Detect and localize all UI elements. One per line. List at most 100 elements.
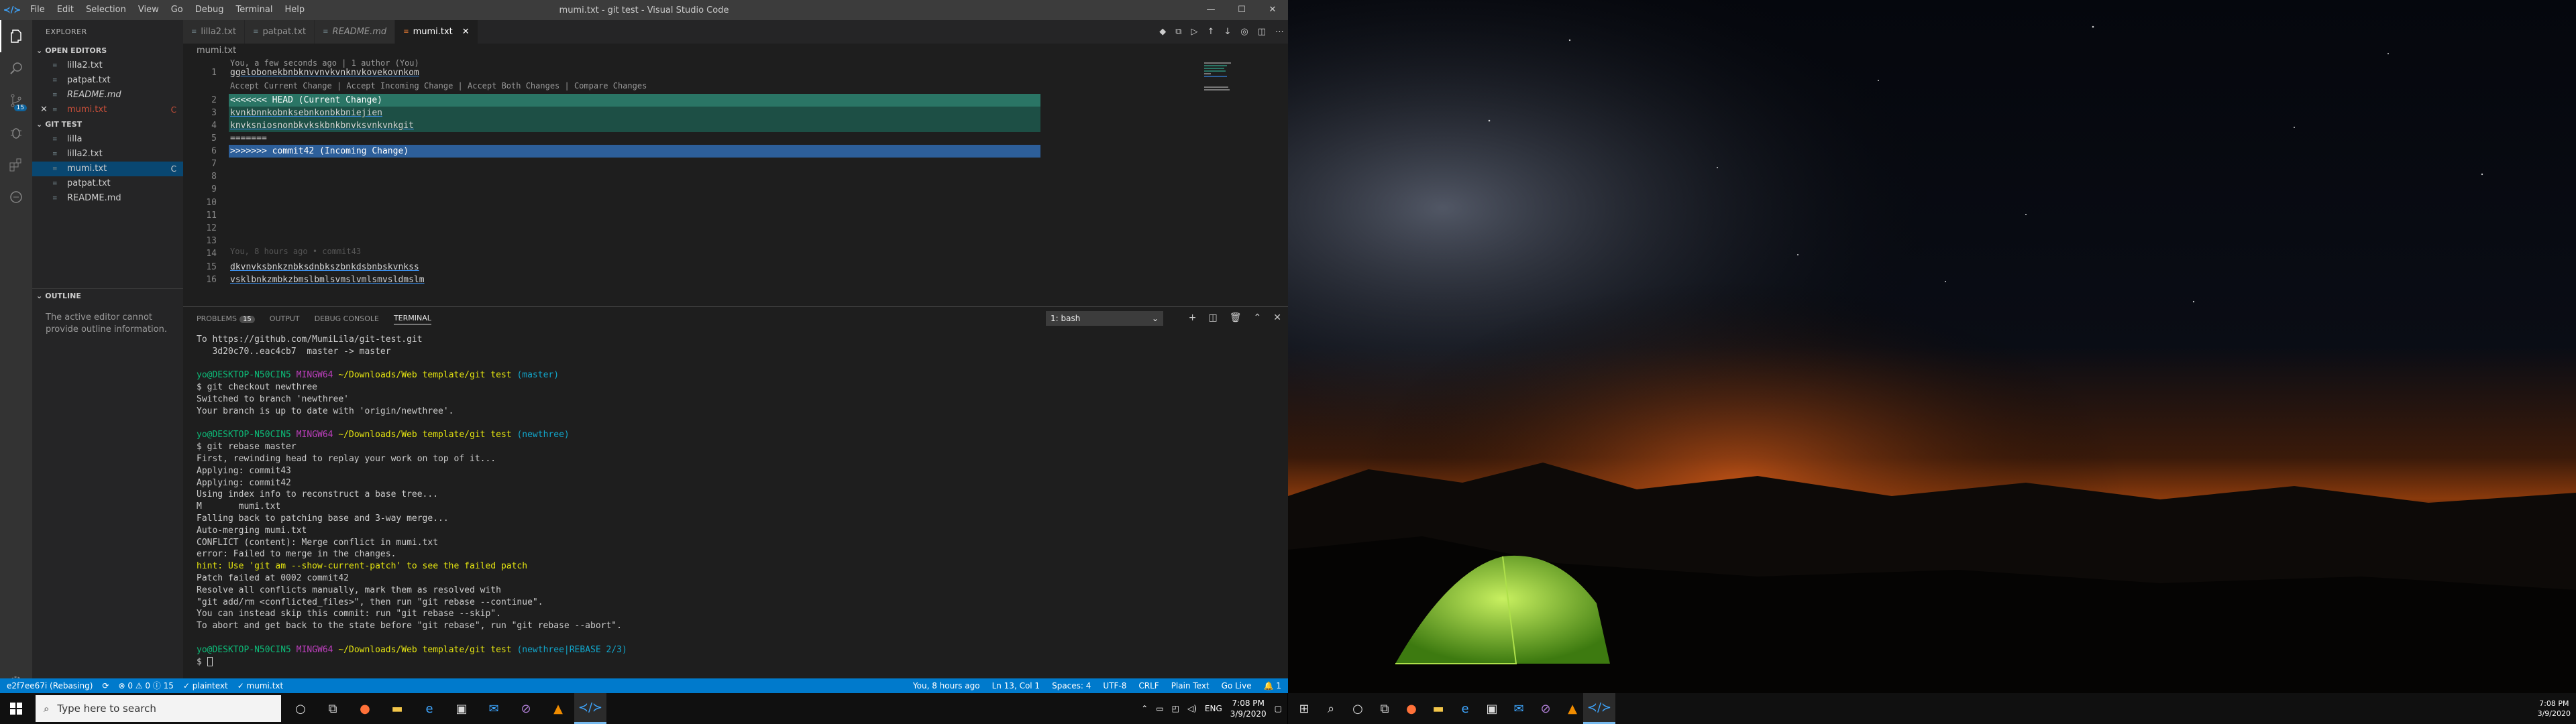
status-right-item[interactable]: CRLF (1138, 678, 1159, 693)
vscode-icon[interactable]: ≺/≻ (1583, 693, 1615, 724)
language-indicator[interactable]: ENG (1205, 704, 1222, 713)
code-line[interactable]: kvnkbnnkobnksebnkonbkbniejien (230, 107, 382, 119)
code-line[interactable]: vsklbnkzmbkzbmslbmlsvmslvmlsmvsldmslm (230, 274, 425, 286)
terminal-select[interactable]: 1: bash ⌄ (1046, 311, 1163, 326)
open-editor-item[interactable]: ≡ README.md (32, 88, 183, 103)
editor-tab[interactable]: ≡ patpat.txt (245, 20, 315, 44)
file-tree-item[interactable]: ≡ README.md (32, 191, 183, 206)
status-right-item[interactable]: Ln 13, Col 1 (992, 678, 1040, 693)
new-terminal-icon[interactable]: + (1189, 312, 1197, 323)
code-line[interactable]: dkvnvksbnkznbksdnbkszbnkdsbnbskvnkss (230, 261, 419, 274)
folder-header[interactable]: ⌄ GIT TEST (32, 117, 183, 132)
cortana-icon[interactable]: ○ (284, 693, 317, 724)
menu-edit[interactable]: Edit (51, 0, 80, 20)
close-button[interactable]: ✕ (1257, 0, 1288, 20)
terminal-output[interactable]: To https://github.com/MumiLila/git-test.… (197, 334, 627, 668)
open-editors-header[interactable]: ⌄ OPEN EDITORS (32, 44, 183, 58)
vs-icon[interactable]: ⊘ (510, 693, 542, 724)
breadcrumb[interactable]: mumi.txt (183, 44, 1288, 58)
tab-debug-console[interactable]: DEBUG CONSOLE (315, 314, 379, 323)
close-panel-icon[interactable]: ✕ (1273, 312, 1281, 323)
status-left-item[interactable]: e2f7ee67i (Rebasing) (7, 678, 93, 693)
open-editor-item[interactable]: ≡ lilla2.txt (32, 58, 183, 73)
status-right-item[interactable]: Plain Text (1171, 678, 1210, 693)
status-right-item[interactable]: 🔔 1 (1264, 678, 1281, 693)
menu-file[interactable]: File (24, 0, 51, 20)
status-right-item[interactable]: You, 8 hours ago (913, 678, 980, 693)
close-icon[interactable]: ✕ (40, 103, 48, 117)
previous-conflict-icon[interactable]: ↑ (1208, 27, 1215, 37)
blame-icon[interactable]: ◎ (1240, 27, 1248, 37)
status-right-item[interactable]: UTF-8 (1103, 678, 1126, 693)
menu-debug[interactable]: Debug (189, 0, 230, 20)
minimize-button[interactable]: — (1195, 0, 1226, 20)
split-editor-icon[interactable]: ◫ (1258, 27, 1266, 37)
open-changes-icon[interactable]: ⧉ (1175, 27, 1181, 37)
status-left-item[interactable]: ✓ mumi.txt (237, 678, 284, 693)
file-explorer-icon[interactable]: ▬ (381, 693, 413, 724)
kill-terminal-icon[interactable]: 🗑 (1230, 312, 1242, 323)
menu-help[interactable]: Help (278, 0, 311, 20)
code-line[interactable]: >>>>>>> commit42 (Incoming Change) (230, 145, 409, 158)
menu-selection[interactable]: Selection (80, 0, 132, 20)
network-icon[interactable]: ◰ (1172, 704, 1179, 713)
debug-icon[interactable] (0, 117, 32, 149)
mail-icon[interactable]: ✉ (478, 693, 510, 724)
task-view-icon[interactable]: ⧉ (317, 693, 349, 724)
close-tab-icon[interactable]: ✕ (462, 27, 470, 37)
chevron-up-icon[interactable]: ⌃ (1141, 704, 1148, 713)
next-conflict-icon[interactable]: ↓ (1224, 27, 1231, 37)
file-tree-item[interactable]: ≡ mumi.txt C (32, 162, 183, 176)
vlc-icon[interactable]: ▲ (542, 693, 574, 724)
menu-view[interactable]: View (132, 0, 165, 20)
vscode-icon[interactable]: ≺/≻ (574, 693, 606, 724)
file-tree-item[interactable]: ≡ lilla2.txt (32, 147, 183, 162)
edge-icon[interactable]: e (413, 693, 445, 724)
split-terminal-icon[interactable]: ◫ (1209, 312, 1218, 323)
taskbar-search-box[interactable]: ⌕ Type here to search (36, 695, 281, 722)
status-left-item[interactable]: ⟳ (102, 678, 109, 693)
store-icon[interactable]: ▣ (445, 693, 478, 724)
code-editor[interactable]: You, a few seconds ago | 1 author (You) … (183, 58, 1270, 306)
menu-go[interactable]: Go (165, 0, 189, 20)
notification-icon[interactable]: ▢ (1275, 704, 1282, 713)
maximize-panel-icon[interactable]: ⌃ (1254, 312, 1262, 323)
battery-icon[interactable]: ▭ (1156, 704, 1163, 713)
tab-problems[interactable]: PROBLEMS 15 (197, 314, 255, 323)
code-line[interactable]: ggelobonekbnbknvvnvkvnknvkovekovnkom (230, 66, 419, 79)
maximize-button[interactable]: ☐ (1226, 0, 1257, 20)
explorer-icon[interactable] (0, 20, 32, 52)
code-line[interactable]: ======= (230, 132, 267, 145)
outline-header[interactable]: ⌄ OUTLINE (32, 289, 183, 304)
clock[interactable]: 7:08 PM 3/9/2020 (1230, 698, 1267, 719)
windows-start-icon[interactable] (0, 693, 32, 724)
code-line[interactable]: <<<<<<< HEAD (Current Change) (230, 94, 382, 107)
extensions-icon[interactable] (0, 149, 32, 181)
file-tree-item[interactable]: ≡ patpat.txt (32, 176, 183, 191)
minimap[interactable] (1204, 58, 1278, 99)
editor-tab[interactable]: ≡ lilla2.txt (183, 20, 246, 44)
status-right-item[interactable]: Go Live (1222, 678, 1252, 693)
status-left-item[interactable]: ✓ plaintext (183, 678, 228, 693)
firefox-icon[interactable]: ● (349, 693, 381, 724)
open-editor-item[interactable]: ✕ ≡ mumi.txt C (32, 103, 183, 117)
status-left-item[interactable]: ⊗ 0 ⚠ 0 ⓘ 15 (118, 678, 173, 693)
volume-icon[interactable]: ◁) (1187, 704, 1197, 713)
open-editor-item[interactable]: ≡ patpat.txt (32, 73, 183, 88)
editor-tab[interactable]: ≡ README.md (315, 20, 396, 44)
editor-tab[interactable]: ≡ mumi.txt ✕ (395, 20, 478, 44)
more-actions-icon[interactable]: ⋯ (1275, 27, 1284, 37)
tab-output[interactable]: OUTPUT (270, 314, 300, 323)
search-icon[interactable] (0, 52, 32, 84)
code-line[interactable]: knvksniosnonbkvkskbnkbnvksvnkvnkgit (230, 119, 414, 132)
remote-icon[interactable] (0, 181, 32, 213)
tab-terminal[interactable]: TERMINAL (393, 314, 431, 324)
file-tree-item[interactable]: ≡ lilla (32, 132, 183, 147)
run-icon[interactable]: ▷ (1191, 27, 1198, 37)
status-right-item[interactable]: Spaces: 4 (1052, 678, 1091, 693)
source-control-icon[interactable]: 15 (0, 84, 32, 117)
menu-terminal[interactable]: Terminal (230, 0, 279, 20)
clock[interactable]: 7:08 PM 3/9/2020 (2538, 699, 2571, 719)
accept-change-icon[interactable]: ◆ (1159, 27, 1166, 37)
merge-codelens[interactable]: Accept Current Change | Accept Incoming … (230, 80, 647, 93)
